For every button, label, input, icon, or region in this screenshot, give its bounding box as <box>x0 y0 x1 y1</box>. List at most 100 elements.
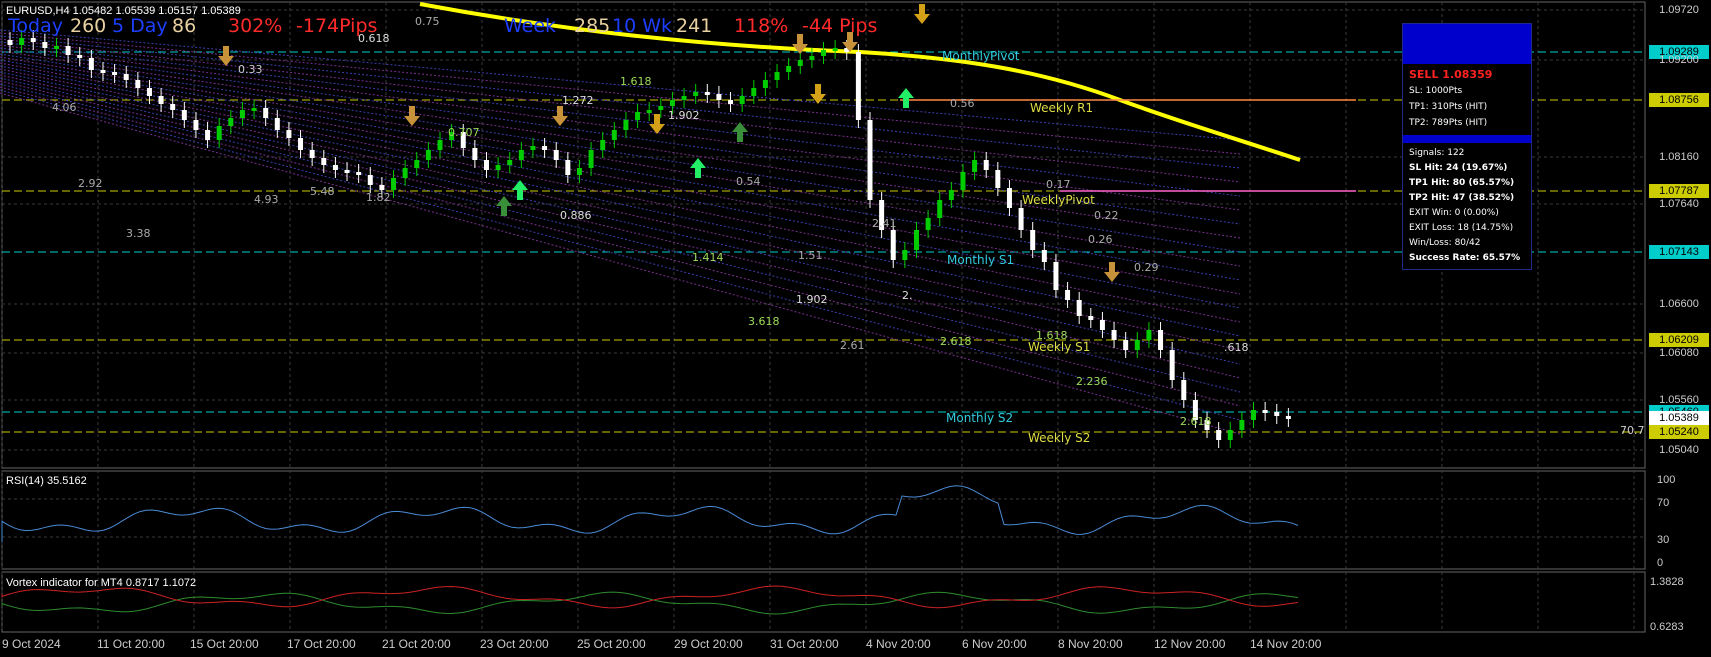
price-label: 1.07787 <box>1649 184 1709 198</box>
candle-body <box>356 172 362 175</box>
candle-body <box>646 110 652 113</box>
date-label: 14 Nov 20:00 <box>1250 637 1322 651</box>
weekly-pivot-label: WeeklyPivot <box>1022 193 1095 207</box>
candle-body <box>797 60 803 66</box>
date-label: 17 Oct 20:00 <box>287 637 356 651</box>
fib-label: 2.236 <box>1076 375 1108 388</box>
date-label: 8 Nov 20:00 <box>1058 637 1123 651</box>
buy-arrow-icon <box>512 180 528 200</box>
candle-body <box>309 150 315 158</box>
candle-body <box>1158 330 1164 350</box>
candle-body <box>216 126 222 140</box>
fib-label: 1.51 <box>798 249 823 262</box>
fib-label: 0.22 <box>1094 209 1119 222</box>
weekly-s1-label: Weekly S1 <box>1028 340 1091 354</box>
candle-body <box>263 108 269 118</box>
fib-label: 1.414 <box>692 251 724 264</box>
header-10wk-label: 10 Wk <box>612 15 673 37</box>
fib-label: 1.618 <box>1036 329 1068 342</box>
monthly-pivot-label: MonthlyPivot <box>942 49 1020 63</box>
tp2-hit: TP2 Hit: 47 (38.52%) <box>1409 193 1515 203</box>
buy-arrow-icon <box>732 122 748 142</box>
candle-body <box>1006 188 1012 208</box>
vortex-tick-high: 1.3828 <box>1650 576 1684 588</box>
date-label: 4 Nov 20:00 <box>866 637 931 651</box>
rsi-tick-100: 100 <box>1657 474 1676 486</box>
candle-body <box>7 40 13 45</box>
price-label: 1.05040 <box>1659 444 1699 456</box>
candle-body <box>1146 330 1152 340</box>
candle-body <box>1169 350 1175 380</box>
date-label: 25 Oct 20:00 <box>577 637 646 651</box>
candle-body <box>1041 250 1047 262</box>
header-week-value: 285 <box>574 15 611 37</box>
fib-label: 5.48 <box>310 185 335 198</box>
sl-hit: SL Hit: 24 (19.67%) <box>1409 163 1508 173</box>
weekly-s2-label: Weekly S2 <box>1028 431 1091 445</box>
fib-label: 2.618 <box>940 335 972 348</box>
rsi-line <box>1 485 1299 542</box>
header-5day-value: 86 <box>172 15 197 37</box>
success-rate: Success Rate: 65.57% <box>1409 253 1521 263</box>
candle-body <box>391 178 397 190</box>
date-label: 31 Oct 20:00 <box>770 637 839 651</box>
candle-body <box>1285 416 1291 419</box>
candle-body <box>483 160 489 170</box>
candle-body <box>158 96 164 104</box>
candle-body <box>751 88 757 96</box>
fib-label: 0.54 <box>736 175 761 188</box>
header-10wk-value: 241 <box>676 15 713 37</box>
price-label: 1.06600 <box>1659 298 1699 310</box>
candle-body <box>472 148 478 160</box>
candle-body <box>1030 230 1036 250</box>
buy-arrow-icon <box>690 158 706 178</box>
candle-body <box>1216 430 1222 440</box>
candle-body <box>495 165 501 170</box>
candle-body <box>205 130 211 140</box>
fib-label: 0.707 <box>448 126 480 139</box>
price-label: 1.05389 <box>1649 411 1709 425</box>
fib-label: 4.93 <box>254 193 279 206</box>
candle-body <box>1065 290 1071 300</box>
candle-body <box>402 168 408 178</box>
candle-body <box>716 94 722 100</box>
header-today-label: Today <box>8 15 63 37</box>
candle-body <box>181 110 187 120</box>
candle-body <box>1088 316 1094 320</box>
price-label: 1.08160 <box>1659 151 1699 163</box>
candle-body <box>193 120 199 130</box>
fib-label: 0.56 <box>950 97 975 110</box>
candle-body <box>146 88 152 96</box>
candle-body <box>1018 208 1024 230</box>
candle-body <box>739 96 745 104</box>
candle-body <box>728 100 734 104</box>
candle-body <box>42 42 48 48</box>
date-label: 29 Oct 20:00 <box>674 637 743 651</box>
candle-body <box>786 66 792 72</box>
buy-arrow-icon <box>496 196 512 216</box>
candle-body <box>937 200 943 218</box>
candle-body <box>88 58 94 70</box>
candle-body <box>913 230 919 250</box>
date-label: 11 Oct 20:00 <box>97 637 165 651</box>
sell-arrow-icon <box>649 114 665 134</box>
candle-body <box>542 146 548 150</box>
candle-body <box>902 250 908 260</box>
header-week-pct: 118% <box>734 15 789 37</box>
candle-body <box>611 130 617 140</box>
fib-label: 2.618 <box>1180 415 1212 428</box>
candle-body <box>1134 340 1140 350</box>
candle-body <box>925 218 931 230</box>
fan-line <box>0 77 1241 365</box>
sl-text: SL: 1000Pts <box>1409 86 1463 96</box>
candle-body <box>239 110 245 118</box>
fan-line <box>0 89 1241 421</box>
fib-label: 2. <box>902 289 913 302</box>
candle-body <box>53 46 59 49</box>
fib-label: 0.29 <box>1134 261 1159 274</box>
panel-header-block <box>1403 24 1531 64</box>
date-label: 6 Nov 20:00 <box>962 637 1027 651</box>
candle-body <box>995 170 1001 188</box>
candle-body <box>623 120 629 130</box>
fib-label: 0.75 <box>415 15 440 28</box>
